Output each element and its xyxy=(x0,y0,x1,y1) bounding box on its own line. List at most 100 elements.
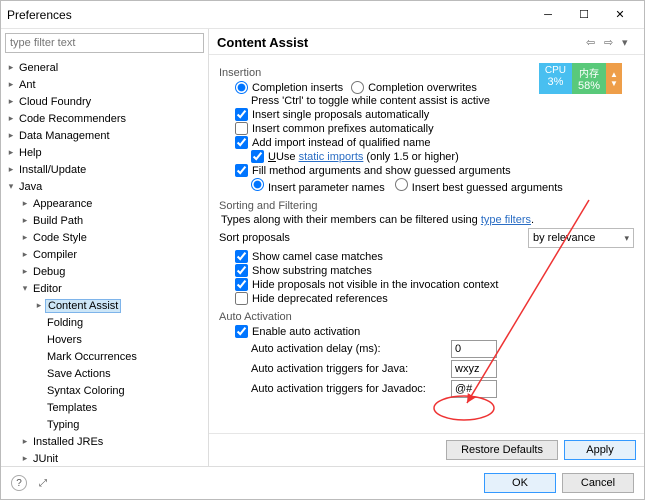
insert-common-checkbox[interactable] xyxy=(235,122,248,135)
twisty-icon[interactable]: ▸ xyxy=(19,249,31,260)
camel-case-checkbox[interactable] xyxy=(235,250,248,263)
tree-item-label: Java xyxy=(17,181,44,193)
completion-inserts-radio[interactable] xyxy=(235,81,248,94)
preferences-window: Preferences ─ ☐ ✕ ▸General▸Ant▸Cloud Fou… xyxy=(0,0,645,500)
tree-item[interactable]: ▸Code Style xyxy=(5,229,204,246)
tree-item[interactable]: ▸Content Assist xyxy=(5,297,204,314)
insert-param-names-label: Insert parameter names xyxy=(268,182,385,194)
twisty-icon[interactable]: ▸ xyxy=(5,130,17,141)
add-import-checkbox[interactable] xyxy=(235,136,248,149)
tree-item[interactable]: ▸Installed JREs xyxy=(5,433,204,450)
tree-item-label: Compiler xyxy=(31,249,79,261)
tree-item-label: Templates xyxy=(45,402,99,414)
tree-item[interactable]: ▸Code Recommenders xyxy=(5,110,204,127)
enable-auto-checkbox[interactable] xyxy=(235,325,248,338)
insert-single-label: Insert single proposals automatically xyxy=(252,109,429,121)
preferences-tree[interactable]: ▸General▸Ant▸Cloud Foundry▸Code Recommen… xyxy=(1,57,208,466)
tree-item[interactable]: ▸Cloud Foundry xyxy=(5,93,204,110)
type-filters-link[interactable]: type filters xyxy=(481,214,531,226)
insert-param-names-radio[interactable] xyxy=(251,178,264,191)
import-export-icon[interactable]: ⤢ xyxy=(35,475,51,491)
tree-item[interactable]: Hovers xyxy=(5,331,204,348)
sidebar: ▸General▸Ant▸Cloud Foundry▸Code Recommen… xyxy=(1,29,209,466)
twisty-icon[interactable]: ▸ xyxy=(19,215,31,226)
fill-args-checkbox[interactable] xyxy=(235,164,248,177)
page-title: Content Assist xyxy=(217,35,582,50)
perf-badge: CPU3% 内存58% ▲▼ xyxy=(539,63,622,94)
tree-item-label: Build Path xyxy=(31,215,85,227)
tree-item[interactable]: Syntax Coloring xyxy=(5,382,204,399)
sort-proposals-select[interactable]: by relevance▾ xyxy=(528,228,634,248)
filter-input[interactable] xyxy=(5,33,204,53)
tree-item[interactable]: ▸Debug xyxy=(5,263,204,280)
twisty-icon[interactable]: ▸ xyxy=(19,232,31,243)
twisty-icon[interactable]: ▸ xyxy=(5,62,17,73)
javadoc-triggers-input[interactable] xyxy=(451,380,497,398)
tree-item-label: Cloud Foundry xyxy=(17,96,93,108)
restore-defaults-button[interactable]: Restore Defaults xyxy=(446,440,558,460)
enable-auto-label: Enable auto activation xyxy=(252,326,360,338)
twisty-icon[interactable]: ▾ xyxy=(5,181,17,192)
completion-inserts-label: Completion inserts xyxy=(252,82,343,94)
apply-button[interactable]: Apply xyxy=(564,440,636,460)
tree-item[interactable]: ▾Java xyxy=(5,178,204,195)
twisty-icon[interactable]: ▾ xyxy=(19,283,31,294)
twisty-icon[interactable]: ▸ xyxy=(19,453,31,464)
menu-icon[interactable]: ▾ xyxy=(622,36,636,50)
twisty-icon[interactable]: ▸ xyxy=(19,266,31,277)
tree-item[interactable]: ▸Install/Update xyxy=(5,161,204,178)
minimize-button[interactable]: ─ xyxy=(530,3,566,27)
content-area: Insertion Completion inserts Completion … xyxy=(209,55,644,433)
cancel-button[interactable]: Cancel xyxy=(562,473,634,493)
tree-item[interactable]: ▸JUnit xyxy=(5,450,204,466)
insert-best-guessed-radio[interactable] xyxy=(395,178,408,191)
tree-item[interactable]: ▾Editor xyxy=(5,280,204,297)
tree-item[interactable]: Folding xyxy=(5,314,204,331)
tree-item-label: Folding xyxy=(45,317,85,329)
tree-item[interactable]: Save Actions xyxy=(5,365,204,382)
hide-invisible-checkbox[interactable] xyxy=(235,278,248,291)
forward-icon[interactable]: ⇨ xyxy=(604,36,618,50)
twisty-icon[interactable]: ▸ xyxy=(5,96,17,107)
completion-overwrites-label: Completion overwrites xyxy=(368,82,477,94)
tree-item[interactable]: ▸Build Path xyxy=(5,212,204,229)
tree-item-label: Code Recommenders xyxy=(17,113,128,125)
tree-item[interactable]: ▸Appearance xyxy=(5,195,204,212)
tree-item-label: Syntax Coloring xyxy=(45,385,127,397)
toggle-note: Press 'Ctrl' to toggle while content ass… xyxy=(251,95,634,107)
tree-item[interactable]: Mark Occurrences xyxy=(5,348,204,365)
tree-item[interactable]: ▸General xyxy=(5,59,204,76)
tree-item[interactable]: ▸Ant xyxy=(5,76,204,93)
ok-button[interactable]: OK xyxy=(484,473,556,493)
twisty-icon[interactable]: ▸ xyxy=(5,79,17,90)
completion-overwrites-radio[interactable] xyxy=(351,81,364,94)
tree-item-label: Installed JREs xyxy=(31,436,105,448)
twisty-icon[interactable]: ▸ xyxy=(33,300,45,311)
tree-item[interactable]: ▸Compiler xyxy=(5,246,204,263)
java-triggers-input[interactable] xyxy=(451,360,497,378)
twisty-icon[interactable]: ▸ xyxy=(5,164,17,175)
tree-item[interactable]: Typing xyxy=(5,416,204,433)
use-static-imports-checkbox[interactable] xyxy=(251,150,264,163)
main-panel: Content Assist ⇦ ⇨ ▾ Insertion Completio… xyxy=(209,29,644,466)
tree-item[interactable]: ▸Help xyxy=(5,144,204,161)
chevron-down-icon: ▾ xyxy=(624,233,629,244)
close-button[interactable]: ✕ xyxy=(602,3,638,27)
twisty-icon[interactable]: ▸ xyxy=(5,113,17,124)
twisty-icon[interactable]: ▸ xyxy=(19,198,31,209)
insert-single-checkbox[interactable] xyxy=(235,108,248,121)
hide-deprecated-checkbox[interactable] xyxy=(235,292,248,305)
maximize-button[interactable]: ☐ xyxy=(566,3,602,27)
back-icon[interactable]: ⇦ xyxy=(586,36,600,50)
substring-checkbox[interactable] xyxy=(235,264,248,277)
twisty-icon[interactable]: ▸ xyxy=(5,147,17,158)
sort-proposals-label: Sort proposals xyxy=(219,232,290,244)
twisty-icon[interactable]: ▸ xyxy=(19,436,31,447)
static-imports-link[interactable]: static imports xyxy=(299,151,364,163)
help-icon[interactable]: ? xyxy=(11,475,27,491)
delay-input[interactable] xyxy=(451,340,497,358)
insert-common-label: Insert common prefixes automatically xyxy=(252,123,434,135)
tree-item[interactable]: Templates xyxy=(5,399,204,416)
tree-item[interactable]: ▸Data Management xyxy=(5,127,204,144)
java-triggers-label: Auto activation triggers for Java: xyxy=(251,363,451,375)
